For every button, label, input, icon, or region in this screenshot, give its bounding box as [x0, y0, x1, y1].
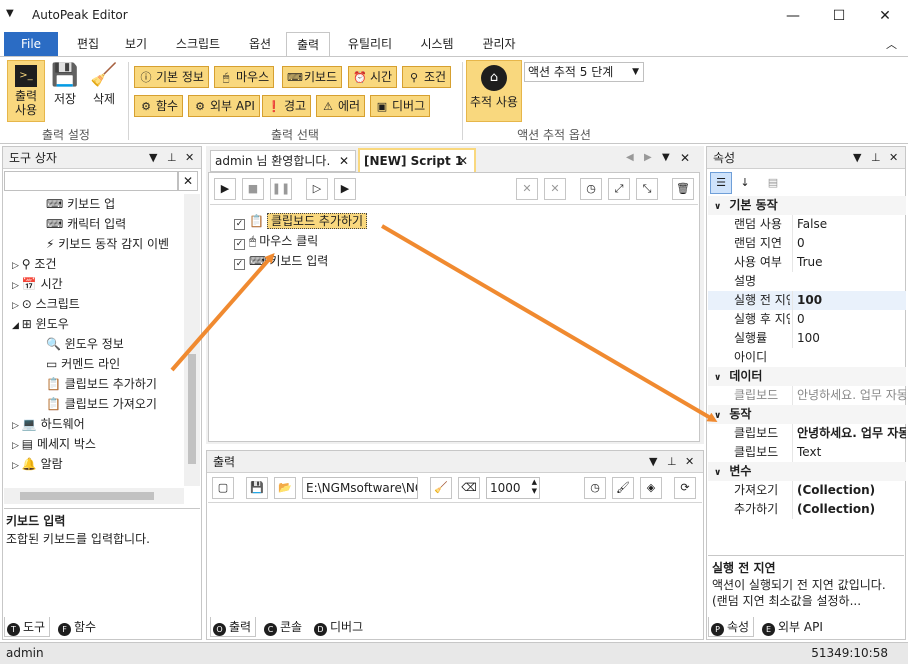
- annotation-arrows: [170, 224, 718, 423]
- status-time: 51349:10:58: [811, 646, 888, 660]
- arrow-script-to-properties: [380, 224, 718, 423]
- status-bar: admin 51349:10:58: [0, 642, 908, 664]
- status-user: admin: [6, 646, 44, 660]
- arrow-toolbox-to-script: [170, 252, 275, 372]
